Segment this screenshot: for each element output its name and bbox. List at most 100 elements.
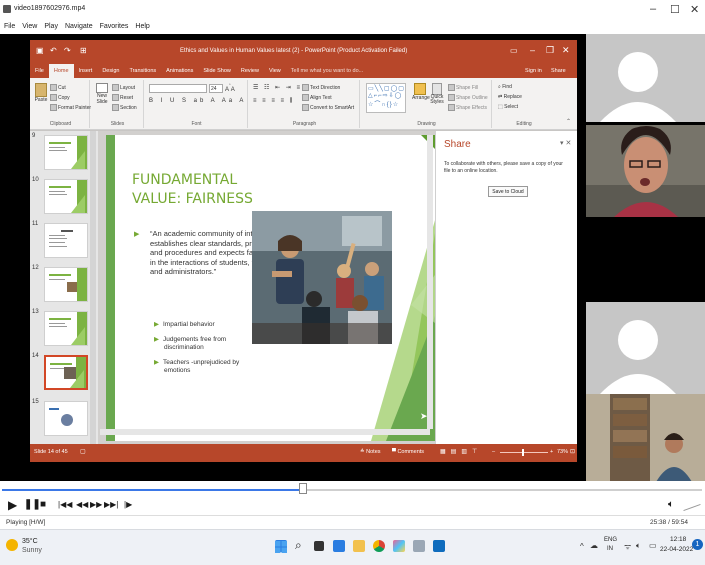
tab-view[interactable]: View — [264, 64, 286, 78]
font-grow-icon[interactable]: AˆA — [225, 84, 235, 93]
classroom-photo[interactable] — [252, 211, 392, 344]
task-view-icon[interactable] — [314, 541, 324, 551]
participant-video-2[interactable] — [586, 394, 705, 481]
tab-insert[interactable]: Insert — [74, 64, 98, 78]
font-name-box[interactable] — [149, 84, 207, 93]
current-slide[interactable]: FUNDAMENTAL VALUE: FAIRNESS ▶ “An academ… — [106, 135, 451, 441]
windows-start-icon[interactable] — [275, 540, 287, 553]
outlook-icon[interactable] — [433, 540, 445, 552]
seek-bar[interactable] — [0, 481, 705, 495]
arrange-button[interactable]: Arrange — [412, 83, 430, 101]
video-frame[interactable]: ▣ ↶ ↷ ⊞ Ethics and Values in Human Value… — [0, 34, 705, 481]
menu-favorites[interactable]: Favorites — [100, 23, 129, 30]
zoom-slider-thumb[interactable] — [522, 449, 524, 456]
shapes-gallery[interactable]: ▭╲╲▢◯▢ △⌐⌐⇨⇩◯ ☆⌒∩{}☆ — [366, 83, 406, 113]
smartart-button[interactable]: Convert to SmartArt — [302, 104, 354, 111]
store-icon[interactable] — [413, 540, 425, 552]
photos-icon[interactable] — [393, 540, 405, 552]
comments-button[interactable]: ▀ Comments — [392, 449, 424, 455]
format-painter-button[interactable]: Format Painter — [50, 104, 91, 111]
reset-button[interactable]: Reset — [112, 94, 133, 101]
slide-thumbnail[interactable] — [44, 179, 88, 214]
tab-home[interactable]: Home — [48, 64, 74, 78]
menu-help[interactable]: Help — [135, 23, 149, 30]
minimize-button[interactable]: – — [650, 3, 656, 15]
notes-button[interactable]: ≙ Notes — [360, 449, 381, 455]
align-text-button[interactable]: Align Text — [302, 94, 332, 101]
cloud-icon[interactable]: ☁ — [590, 541, 598, 550]
prev-chapter-icon[interactable]: |◀◀ — [58, 500, 72, 509]
shape-effects-button[interactable]: Shape Effects — [448, 104, 487, 111]
tab-file[interactable]: File — [30, 64, 49, 78]
spellcheck-icon[interactable]: ▢ — [80, 448, 86, 455]
view-buttons[interactable]: ▦▤▥⊤ — [440, 448, 482, 455]
tab-design[interactable]: Design — [97, 64, 124, 78]
shape-fill-button[interactable]: Shape Fill — [448, 84, 478, 91]
stop-icon[interactable]: ■ — [40, 499, 46, 510]
new-slide-button[interactable]: New Slide — [94, 83, 110, 105]
tab-animations[interactable]: Animations — [161, 64, 198, 78]
participant-tile-avatar-1[interactable] — [586, 34, 705, 122]
ppt-ribbon-options-icon[interactable]: ▭ — [510, 46, 518, 55]
ppt-signin[interactable]: Sign in — [520, 64, 547, 78]
slide-thumbnail[interactable] — [44, 311, 88, 346]
search-icon[interactable]: ⌕ — [295, 538, 302, 553]
maximize-button[interactable]: ☐ — [670, 3, 680, 16]
slide-thumbnail[interactable] — [44, 223, 88, 258]
menu-view[interactable]: View — [22, 23, 37, 30]
horizontal-scrollbar[interactable] — [100, 429, 430, 435]
close-icon[interactable]: ▾ ✕ — [560, 139, 571, 147]
zoom-in-icon[interactable]: + — [550, 449, 553, 455]
ppt-restore-button[interactable]: ❐ — [546, 45, 554, 56]
slide-thumbnail[interactable] — [44, 401, 88, 436]
menu-navigate[interactable]: Navigate — [65, 23, 93, 30]
volume-icon[interactable]: 🔈︎ — [668, 499, 674, 510]
shape-outline-button[interactable]: Shape Outline — [448, 94, 488, 101]
copy-button[interactable]: Copy — [50, 94, 70, 101]
weather-temp[interactable]: 35°C — [22, 538, 38, 545]
wifi-icon[interactable]: ᯤ — [624, 541, 631, 552]
tab-slide-show[interactable]: Slide Show — [198, 64, 236, 78]
find-button[interactable]: ⌕ Find — [498, 84, 512, 90]
language-top[interactable]: ENG — [604, 537, 617, 543]
save-to-cloud-button[interactable]: Save to Cloud — [488, 186, 528, 197]
quick-styles-button[interactable]: Quick Styles — [430, 83, 444, 105]
volume-slider[interactable] — [683, 503, 701, 512]
clock-time[interactable]: 12:18 — [670, 536, 686, 543]
pause-icon[interactable]: ❚❚ — [24, 499, 41, 510]
participant-tile-avatar-2[interactable] — [586, 302, 705, 394]
text-direction-button[interactable]: Text Direction — [302, 84, 340, 91]
collapse-ribbon-icon[interactable]: ⌃ — [566, 118, 571, 125]
frame-step-icon[interactable]: |▶ — [124, 500, 132, 509]
seek-thumb[interactable] — [299, 483, 307, 494]
ppt-presenter-icon[interactable]: ⊞ — [80, 46, 87, 55]
rewind-icon[interactable]: ◀◀ — [76, 500, 88, 509]
replace-button[interactable]: ⇄ Replace — [498, 94, 522, 100]
zoom-slider[interactable] — [500, 452, 548, 453]
tab-transitions[interactable]: Transitions — [124, 64, 161, 78]
next-chapter-icon[interactable]: ▶▶| — [104, 500, 118, 509]
tell-me-search[interactable]: Tell me what you want to do... — [286, 64, 368, 78]
ppt-share-button[interactable]: Share — [546, 64, 571, 78]
battery-icon[interactable]: ▭ — [649, 541, 657, 550]
layout-button[interactable]: Layout — [112, 84, 135, 91]
participant-video-1[interactable] — [586, 125, 705, 217]
fit-slide-icon[interactable]: ⊡ — [570, 448, 575, 455]
ppt-save-icon[interactable]: ▣ — [36, 46, 44, 55]
forward-icon[interactable]: ▶▶ — [90, 500, 102, 509]
language-bottom[interactable]: IN — [607, 546, 613, 552]
tab-review[interactable]: Review — [236, 64, 264, 78]
vertical-scrollbar[interactable] — [427, 135, 433, 429]
close-button[interactable]: ✕ — [690, 3, 699, 16]
weather-desc[interactable]: Sunny — [22, 547, 42, 554]
paste-button[interactable]: Paste — [34, 83, 48, 103]
thumbnails-scrollbar[interactable] — [90, 131, 96, 444]
chrome-icon[interactable] — [373, 540, 385, 552]
menu-file[interactable]: File — [4, 23, 15, 30]
align-buttons[interactable]: ≡ ≡ ≡ ≡ ⫼ — [253, 98, 294, 105]
menu-play[interactable]: Play — [44, 23, 58, 30]
tray-chevron-icon[interactable]: ^ — [580, 542, 584, 551]
zoom-level[interactable]: 73% — [557, 449, 568, 455]
widgets-icon[interactable] — [333, 540, 345, 552]
ppt-minimize-button[interactable]: – — [530, 45, 535, 55]
